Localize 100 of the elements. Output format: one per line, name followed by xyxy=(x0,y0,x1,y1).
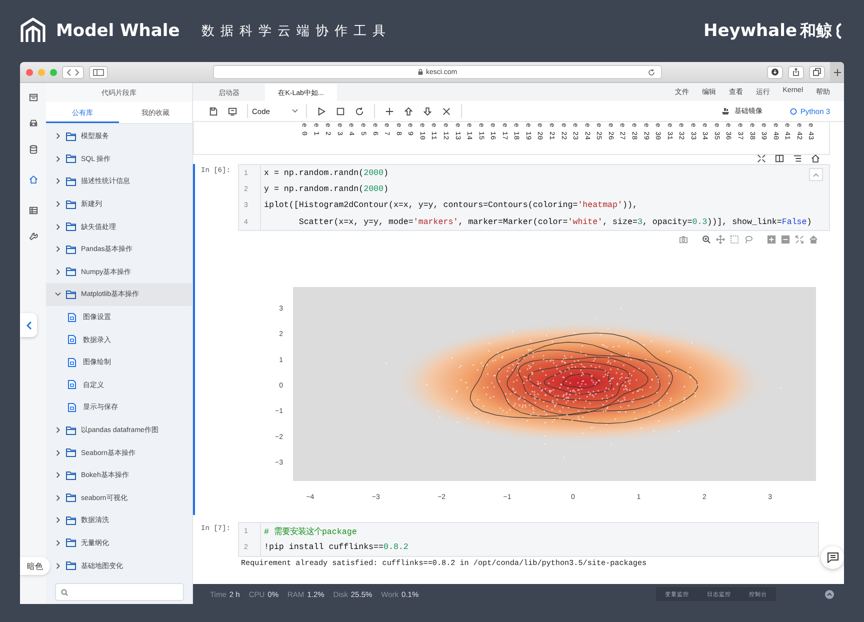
chevron-icon xyxy=(55,246,61,252)
pan-icon[interactable] xyxy=(716,235,725,244)
folder-icon xyxy=(66,132,76,141)
chevron-up-icon[interactable] xyxy=(825,590,834,598)
ship-icon xyxy=(721,107,730,115)
dark-mode-button[interactable]: 暗色 xyxy=(20,557,50,575)
file-icon xyxy=(68,358,76,367)
wrench-icon[interactable] xyxy=(28,232,38,241)
folder-icon xyxy=(66,244,76,254)
bracket-logo-icon xyxy=(835,23,842,39)
move-down-icon[interactable] xyxy=(422,106,432,116)
zoom-icon[interactable] xyxy=(702,235,711,244)
file-icon xyxy=(68,335,76,344)
folder-icon xyxy=(66,561,76,570)
chevron-icon xyxy=(55,562,61,569)
run-icon[interactable] xyxy=(316,106,326,116)
search-field[interactable] xyxy=(55,583,184,601)
zoom-in-icon[interactable] xyxy=(767,235,776,244)
folder-icon xyxy=(66,516,76,525)
monitor-icon[interactable] xyxy=(228,106,237,116)
share-button[interactable] xyxy=(788,66,804,78)
sidebar-toggle-button[interactable] xyxy=(89,66,108,78)
file-icon xyxy=(68,380,76,390)
file-icon xyxy=(68,402,76,412)
expand-icon[interactable] xyxy=(757,154,766,163)
collapse-button[interactable] xyxy=(20,313,37,337)
chevron-icon xyxy=(55,201,61,208)
window-icon[interactable] xyxy=(28,93,38,102)
move-up-icon[interactable] xyxy=(404,106,413,116)
sidebar-icon xyxy=(93,68,104,76)
box-select-icon[interactable] xyxy=(730,235,739,244)
camera-icon[interactable] xyxy=(679,235,688,244)
code-line: Scatter(x=x, y=y, mode='markers', marker=Marker(color='white', size=3, opacity=0.3))], show_link=False) xyxy=(298,218,812,227)
code-line: # 需要安装这个package xyxy=(263,526,357,537)
chevron-icon xyxy=(55,156,61,162)
code-line: iplot([Histogram2dContour(x=x, y=y, contours=Contours(coloring='heatmap')), xyxy=(263,201,638,210)
split-icon[interactable] xyxy=(775,154,784,163)
home-icon[interactable] xyxy=(28,175,38,184)
download-icon xyxy=(771,68,779,76)
table-icon[interactable] xyxy=(28,206,38,215)
chevron-icon xyxy=(55,268,61,275)
folder-icon xyxy=(66,493,76,502)
caret-icon xyxy=(292,109,298,113)
folder-icon xyxy=(66,426,76,435)
folder-icon xyxy=(66,200,76,209)
code-line: x = np.random.randn(2000) xyxy=(263,168,388,178)
brand-name: Model Whale xyxy=(56,21,180,41)
add-icon[interactable] xyxy=(384,106,394,116)
search-icon xyxy=(61,588,68,596)
folder-icon xyxy=(66,267,76,276)
folder-icon xyxy=(66,448,76,458)
code-cell[interactable] xyxy=(193,164,830,516)
lasso-icon[interactable] xyxy=(744,235,753,244)
folder-icon xyxy=(66,176,76,186)
folder-icon xyxy=(66,470,76,480)
folder-icon xyxy=(66,154,76,164)
folder-icon xyxy=(66,290,76,299)
download-button[interactable] xyxy=(767,66,783,78)
code-line: y = np.random.randn(2000) xyxy=(263,184,388,194)
home-icon[interactable] xyxy=(811,154,820,163)
chevron-icon xyxy=(55,178,61,184)
chevron-up-icon xyxy=(813,172,819,176)
plus-icon xyxy=(834,68,840,76)
restart-icon[interactable] xyxy=(354,106,364,116)
folder-icon xyxy=(66,222,76,232)
chat-button[interactable] xyxy=(821,546,844,569)
chevron-left-icon xyxy=(26,320,32,330)
tabs-button[interactable] xyxy=(809,66,825,78)
chevron-icon xyxy=(55,517,61,524)
new-tab-button[interactable] xyxy=(830,62,844,82)
partner-name-cn: 和鲸 xyxy=(800,20,832,42)
chevrons-icon xyxy=(66,68,80,76)
stop-icon[interactable] xyxy=(336,106,345,116)
chevron-icon xyxy=(55,494,61,501)
brand-tagline: 数据科学云端协作工具 xyxy=(202,22,392,40)
close-icon[interactable] xyxy=(442,106,451,116)
chevron-icon xyxy=(55,472,61,478)
chevron-icon xyxy=(55,291,61,298)
reload-icon[interactable] xyxy=(648,68,655,76)
chat-icon xyxy=(826,552,838,563)
file-icon xyxy=(68,312,76,322)
circle-icon xyxy=(790,108,798,114)
chevron-icon xyxy=(55,224,61,230)
chevron-icon xyxy=(55,133,61,140)
chevron-icon xyxy=(55,427,61,434)
code-line: !pip install cufflinks==0.8.2 xyxy=(263,543,408,552)
partner-name: Heywhale xyxy=(704,21,797,41)
database-icon[interactable] xyxy=(28,145,38,154)
code-editor[interactable] xyxy=(238,164,830,232)
autoscale-icon[interactable] xyxy=(795,235,804,244)
share-icon xyxy=(792,68,800,76)
chevron-icon xyxy=(55,450,61,456)
zoom-out-icon[interactable] xyxy=(781,235,790,244)
back-forward-button[interactable] xyxy=(62,66,84,78)
folder-icon xyxy=(66,538,76,548)
list-icon[interactable] xyxy=(793,154,802,163)
tabs-icon xyxy=(813,68,821,76)
save-icon[interactable] xyxy=(209,106,218,116)
car-icon[interactable] xyxy=(28,119,38,128)
chevron-icon xyxy=(55,540,61,546)
